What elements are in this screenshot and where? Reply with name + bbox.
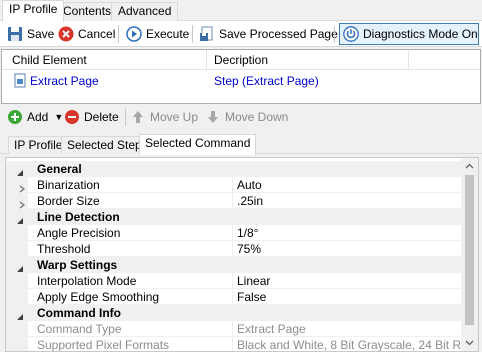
column-header-child-element[interactable]: Child Element	[4, 50, 87, 70]
property-name: Border Size	[37, 194, 100, 208]
tab-contents[interactable]: Contents	[56, 2, 119, 21]
toolbar-separator	[125, 108, 126, 126]
add-label: Add	[27, 110, 49, 124]
save-button[interactable]: Save	[4, 23, 57, 45]
property-name: Supported Pixel Formats	[37, 338, 170, 352]
vertical-scrollbar[interactable]	[461, 158, 478, 351]
play-icon	[126, 26, 142, 42]
column-header-description[interactable]: Decription	[206, 50, 268, 70]
property-name: Command Type	[37, 322, 122, 336]
property-value: Extract Page	[237, 322, 306, 336]
chevron-down-icon[interactable]: ▼	[54, 112, 63, 122]
category-command-info[interactable]: Command Info	[6, 305, 461, 321]
toolbar-separator	[334, 25, 335, 43]
add-button[interactable]: Add ▼	[7, 107, 63, 127]
column-divider	[408, 50, 409, 70]
collapse-icon[interactable]	[16, 261, 24, 272]
tab-selected-step[interactable]: Selected Step	[61, 136, 148, 154]
property-name: Binarization	[37, 178, 100, 192]
arrow-down-icon	[205, 109, 221, 125]
description-cell: Step (Extract Page)	[214, 74, 319, 88]
cancel-icon	[58, 26, 74, 42]
add-icon	[7, 109, 23, 125]
category-general[interactable]: General	[6, 161, 461, 177]
property-value[interactable]: Linear	[237, 273, 270, 289]
move-down-label: Move Down	[225, 110, 289, 124]
move-up-label: Move Up	[150, 110, 199, 124]
child-element-link[interactable]: Extract Page	[30, 74, 99, 88]
property-row-command-type[interactable]: Command Type Extract Page	[6, 321, 461, 337]
step-actions-bar: Add ▼ Delete Move Up Move Down	[0, 106, 482, 128]
property-name: Angle Precision	[37, 226, 121, 240]
cancel-label: Cancel	[78, 27, 116, 41]
collapse-icon[interactable]	[16, 165, 24, 176]
top-tab-bar: IP Profile Contents Advanced	[0, 0, 482, 22]
property-row-binarization[interactable]: Binarization Auto	[6, 177, 461, 193]
child-element-grid: Child Element Decription Extract Page St…	[1, 49, 481, 104]
property-value[interactable]: False	[237, 289, 266, 305]
property-row-angle-precision[interactable]: Angle Precision 1/8°	[6, 225, 461, 241]
chevron-right-icon[interactable]	[18, 197, 26, 209]
tab-ip-profile[interactable]: IP Profile	[2, 0, 65, 22]
property-name: Threshold	[37, 242, 91, 256]
property-row-border-size[interactable]: Border Size .25in	[6, 193, 461, 209]
tab-advanced[interactable]: Advanced	[111, 2, 179, 21]
collapse-icon[interactable]	[16, 213, 24, 224]
execute-label: Execute	[146, 27, 190, 41]
cancel-button[interactable]: Cancel	[55, 23, 118, 45]
property-row-apply-edge-smoothing[interactable]: Apply Edge Smoothing False	[6, 289, 461, 305]
toolbar-separator	[192, 25, 193, 43]
delete-button[interactable]: Delete	[64, 107, 119, 127]
category-label: Line Detection	[37, 210, 120, 224]
floppy-disk-icon	[7, 26, 23, 42]
property-name: Interpolation Mode	[37, 274, 137, 288]
property-value[interactable]: .25in	[237, 193, 263, 209]
save-processed-page-button[interactable]: Save Processed Page	[196, 23, 341, 45]
category-label: General	[37, 162, 82, 176]
property-value[interactable]: Auto	[237, 177, 262, 193]
diagnostics-mode-label: Diagnostics Mode On	[363, 27, 478, 41]
property-value[interactable]: 75%	[237, 241, 261, 257]
chevron-right-icon[interactable]	[18, 181, 26, 193]
property-value[interactable]: 1/8°	[237, 225, 258, 241]
property-value: Black and White, 8 Bit Grayscale, 24 Bit…	[237, 338, 479, 352]
save-processed-page-label: Save Processed Page	[219, 27, 338, 41]
category-warp-settings[interactable]: Warp Settings	[6, 257, 461, 273]
category-label: Command Info	[37, 306, 121, 320]
category-label: Warp Settings	[37, 258, 118, 272]
toolbar-separator	[118, 25, 119, 43]
diagnostics-mode-toggle[interactable]: Diagnostics Mode On	[339, 23, 479, 45]
move-up-button[interactable]: Move Up	[130, 107, 198, 127]
toolbar: Save Cancel Execute Save Processed Page …	[0, 21, 482, 47]
power-icon	[343, 26, 359, 42]
save-label: Save	[27, 27, 55, 41]
save-page-icon	[199, 26, 215, 42]
arrow-up-icon	[130, 109, 146, 125]
property-grid: General Binarization Auto Border Size .2…	[5, 157, 479, 352]
execute-button[interactable]: Execute	[123, 23, 192, 45]
collapse-icon[interactable]	[16, 309, 24, 320]
bottom-tab-bar: IP Profile Selected Step Selected Comman…	[0, 134, 482, 155]
property-row-threshold[interactable]: Threshold 75%	[6, 241, 461, 257]
delete-icon	[64, 109, 80, 125]
table-row[interactable]: Extract Page Step (Extract Page)	[2, 72, 480, 90]
delete-label: Delete	[84, 110, 119, 124]
grid-header: Child Element Decription	[2, 50, 480, 70]
property-row-supported-pixel-formats[interactable]: Supported Pixel Formats Black and White,…	[6, 337, 478, 352]
property-name: Apply Edge Smoothing	[37, 290, 160, 304]
page-icon	[12, 73, 28, 89]
property-row-interpolation-mode[interactable]: Interpolation Mode Linear	[6, 273, 461, 289]
scroll-down-arrow-icon[interactable]	[461, 334, 478, 351]
scroll-up-arrow-icon[interactable]	[461, 158, 478, 175]
scrollbar-thumb[interactable]	[465, 175, 474, 325]
category-line-detection[interactable]: Line Detection	[6, 209, 461, 225]
tab-selected-command[interactable]: Selected Command	[139, 134, 257, 155]
move-down-button[interactable]: Move Down	[205, 107, 288, 127]
tab-ip-profile-lower[interactable]: IP Profile	[8, 136, 69, 154]
